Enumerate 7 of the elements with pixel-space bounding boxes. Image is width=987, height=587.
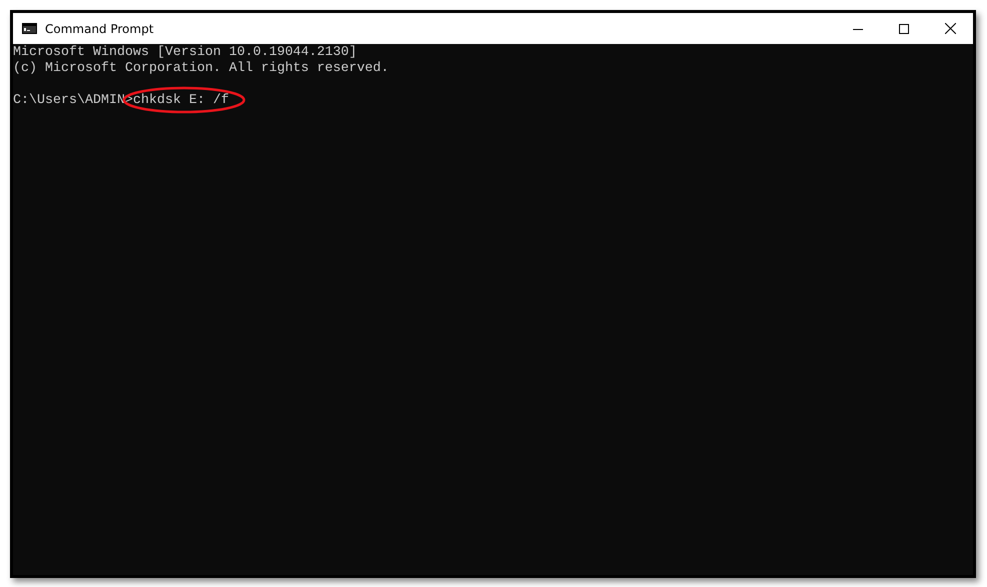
console-output-line: (c) Microsoft Corporation. All rights reserved. xyxy=(13,61,389,77)
close-icon xyxy=(944,23,956,34)
terminal-icon xyxy=(22,23,37,34)
console-output-line: Microsoft Windows [Version 10.0.19044.2130] xyxy=(13,45,357,61)
window-title: Command Prompt xyxy=(45,22,155,36)
typed-command: chkdsk E: /f xyxy=(132,93,229,109)
maximize-icon xyxy=(899,24,909,34)
